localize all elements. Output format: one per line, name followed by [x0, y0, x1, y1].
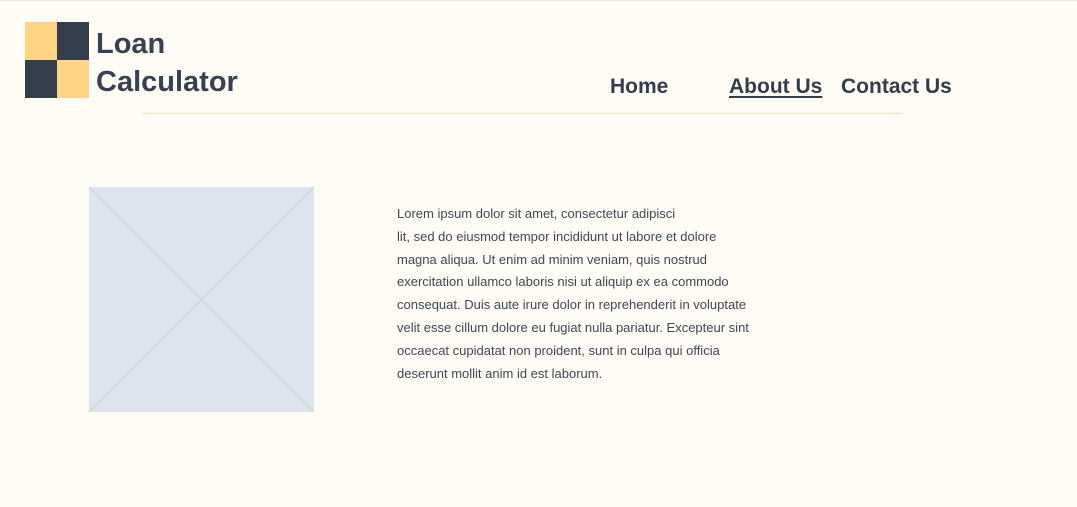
nav-link-about-us[interactable]: About Us [729, 74, 822, 100]
paragraph-line: magna aliqua. Ut enim ad minim veniam, q… [397, 251, 707, 267]
paragraph-line: Lorem ipsum dolor sit amet, consectetur … [397, 206, 676, 221]
paragraph-line: consequat. Duis aute irure dolor in repr… [397, 297, 747, 313]
header-divider [142, 113, 902, 114]
nav-link-contact-us[interactable]: Contact Us [841, 74, 952, 100]
main-nav: Home About Us Contact Us [0, 74, 1077, 102]
paragraph-line: occaecat cupidatat non proident, sunt in… [397, 342, 720, 358]
paragraph-line: lit, sed do eiusmod tempor incididunt ut… [397, 228, 717, 244]
about-paragraph: Lorem ipsum dolor sit amet, consectetur … [397, 203, 767, 385]
image-placeholder [89, 187, 314, 412]
paragraph-line: velit esse cillum dolore eu fugiat nulla… [397, 319, 749, 335]
logo-square [57, 22, 89, 60]
paragraph-line: deserunt mollit anim id est laborum. [397, 365, 603, 381]
image-placeholder-icon [89, 187, 314, 412]
top-divider [0, 0, 1077, 1]
paragraph-line: exercitation ullamco laboris nisi ut ali… [397, 274, 729, 290]
logo-square [25, 22, 57, 60]
brand-title-line: Loan [96, 28, 166, 60]
nav-link-home[interactable]: Home [610, 74, 668, 100]
